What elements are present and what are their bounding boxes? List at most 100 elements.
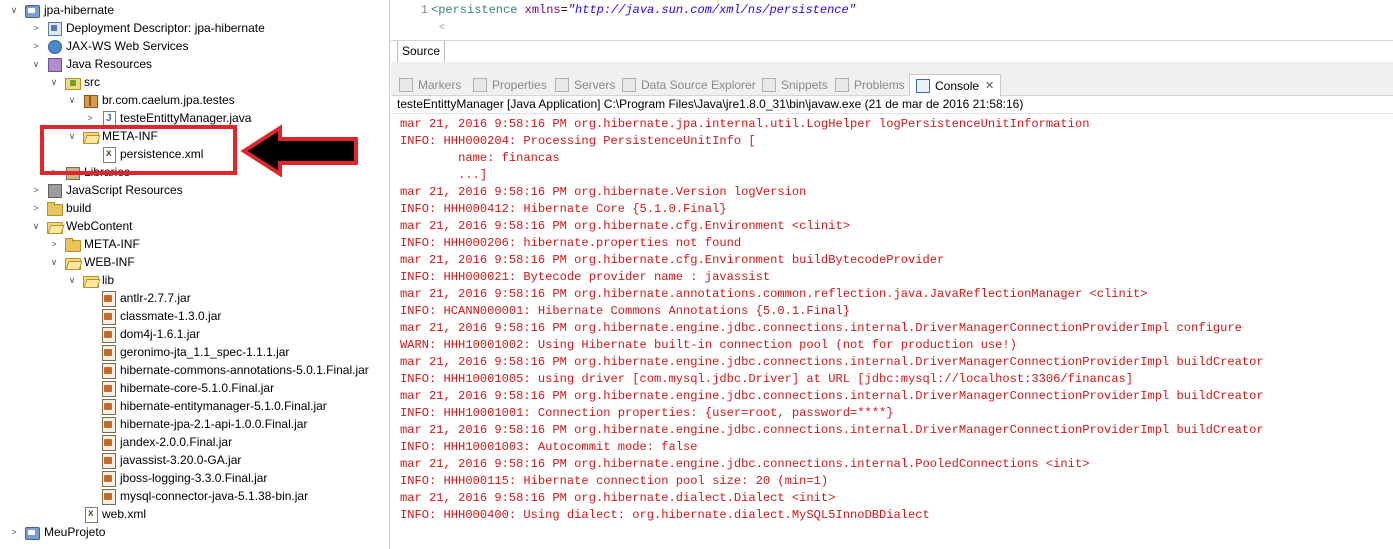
tree-item[interactable]: > Deployment Descriptor: jpa-hibernate (30, 19, 265, 37)
console-line: INFO: HHH10001003: Autocommit mode: fals… (400, 440, 698, 454)
jar-icon (100, 470, 116, 487)
console-line: INFO: HHH000412: Hibernate Core {5.1.0.F… (400, 202, 727, 216)
tree-item[interactable]: > JAX-WS Web Services (30, 37, 188, 55)
tree-item[interactable]: hibernate-commons-annotations-5.0.1.Fina… (84, 361, 369, 379)
tree-item[interactable]: hibernate-core-5.1.0.Final.jar (84, 379, 274, 397)
tree-item[interactable]: ∨ src (48, 73, 100, 91)
chevron-down-icon[interactable]: ∨ (66, 91, 78, 109)
tree-item[interactable]: ∨ lib (66, 271, 114, 289)
chevron-down-icon[interactable]: ∨ (48, 73, 60, 91)
tree-item-label: hibernate-entitymanager-5.1.0.Final.jar (120, 399, 327, 413)
xml-editor[interactable]: 1 <persistence xmlns="http://java.sun.co… (391, 0, 1393, 42)
tree-item-label: src (84, 75, 100, 89)
console-line: INFO: HCANN000001: Hibernate Commons Ann… (400, 304, 850, 318)
tree-item-label: br.com.caelum.jpa.testes (102, 93, 235, 107)
tree-item[interactable]: hibernate-jpa-2.1-api-1.0.0.Final.jar (84, 415, 307, 433)
console-line: INFO: HHH10001005: using driver [com.mys… (400, 372, 1134, 386)
tab-problems[interactable]: Problems (835, 74, 905, 96)
tree-item-label: JavaScript Resources (66, 183, 183, 197)
tree-item[interactable]: hibernate-entitymanager-5.1.0.Final.jar (84, 397, 327, 415)
chevron-right-icon[interactable]: > (30, 37, 42, 55)
tree-item[interactable]: ∨ br.com.caelum.jpa.testes (66, 91, 235, 109)
tree-item[interactable]: ∨ WebContent (30, 217, 133, 235)
tab-properties[interactable]: Properties (473, 74, 547, 96)
tree-item-label: JAX-WS Web Services (66, 39, 189, 53)
console-line: mar 21, 2016 9:58:16 PM org.hibernate.en… (400, 423, 1264, 437)
tab-snippets[interactable]: Snippets (762, 74, 828, 96)
console-line: mar 21, 2016 9:58:16 PM org.hibernate.cf… (400, 253, 945, 267)
folderopen-icon (82, 272, 99, 288)
console-line: name: financas (400, 151, 560, 165)
tree-item[interactable]: ∨ WEB-INF (48, 253, 135, 271)
tree-item[interactable]: mysql-connector-java-5.1.38-bin.jar (84, 487, 308, 505)
tree-item[interactable]: > MeuProjeto (8, 523, 105, 541)
tab-console[interactable]: Console ✕ (909, 74, 1002, 96)
tree-item-label: hibernate-commons-annotations-5.0.1.Fina… (120, 363, 369, 377)
jar-icon (100, 362, 116, 379)
tree-item-label: antlr-2.7.7.jar (120, 291, 191, 305)
tab-label: Markers (418, 78, 462, 92)
project-icon (24, 2, 40, 18)
console-output[interactable]: mar 21, 2016 9:58:16 PM org.hibernate.jp… (391, 113, 1393, 549)
console-line: mar 21, 2016 9:58:16 PM org.hibernate.Ve… (400, 185, 807, 199)
tree-item-label: hibernate-jpa-2.1-api-1.0.0.Final.jar (120, 417, 308, 431)
tab-label: Console (935, 78, 980, 93)
chevron-right-icon[interactable]: > (30, 199, 42, 217)
tree-item[interactable]: javassist-3.20.0-GA.jar (84, 451, 241, 469)
jar-icon (100, 344, 116, 361)
tree-item[interactable]: web.xml (66, 505, 146, 523)
code-line[interactable]: <persistence xmlns="http://java.sun.com/… (431, 3, 856, 17)
close-icon[interactable]: ✕ (985, 76, 994, 96)
tab-servers[interactable]: Servers (555, 74, 615, 96)
folderopen-icon (46, 218, 63, 234)
folder-icon (64, 236, 81, 252)
console-line: WARN: HHH10001002: Using Hibernate built… (400, 338, 1017, 352)
tab-data-source-explorer[interactable]: Data Source Explorer (622, 74, 756, 96)
ws-icon (46, 38, 62, 54)
tree-item[interactable]: antlr-2.7.7.jar (84, 289, 191, 307)
tree-item[interactable]: > build (30, 199, 91, 217)
jsres-icon (46, 182, 62, 198)
console-line: mar 21, 2016 9:58:16 PM org.hibernate.di… (400, 491, 836, 505)
tree-item[interactable]: ∨ jpa-hibernate (8, 1, 114, 19)
chevron-right-icon[interactable]: > (30, 19, 42, 37)
tree-item[interactable]: dom4j-1.6.1.jar (84, 325, 200, 343)
chevron-down-icon[interactable]: ∨ (8, 1, 20, 19)
tab-markers[interactable]: Markers (399, 74, 461, 96)
tree-item-label: WebContent (66, 219, 133, 233)
scroll-left-icon[interactable]: < (439, 22, 445, 33)
chevron-right-icon[interactable]: > (48, 235, 60, 253)
jar-icon (100, 434, 116, 451)
tree-item[interactable]: jandex-2.0.0.Final.jar (84, 433, 232, 451)
tab-label: Problems (854, 78, 905, 92)
tree-item[interactable]: geronimo-jta_1.1_spec-1.1.1.jar (84, 343, 289, 361)
console-line: INFO: HHH000400: Using dialect: org.hibe… (400, 508, 930, 522)
tree-item[interactable]: > JavaScript Resources (30, 181, 183, 199)
chevron-down-icon[interactable]: ∨ (66, 271, 78, 289)
project-explorer: ∨ jpa-hibernate > Deployment Descriptor: jp… (0, 0, 390, 549)
folderopen-icon (64, 254, 81, 270)
snippets-icon (762, 78, 776, 92)
tree-item[interactable]: jboss-logging-3.3.0.Final.jar (84, 469, 267, 487)
chevron-down-icon[interactable]: ∨ (30, 55, 42, 73)
tree-item-label: Java Resources (66, 57, 153, 71)
chevron-down-icon[interactable]: ∨ (30, 217, 42, 235)
tree-item[interactable]: classmate-1.3.0.jar (84, 307, 221, 325)
console-line: mar 21, 2016 9:58:16 PM org.hibernate.en… (400, 389, 1264, 403)
chevron-right-icon[interactable]: > (30, 181, 42, 199)
tree-item[interactable]: ∨ Java Resources (30, 55, 152, 73)
chevron-right-icon[interactable]: > (8, 523, 20, 541)
tree-item-label: jandex-2.0.0.Final.jar (120, 435, 233, 449)
tab-source[interactable]: Source (397, 41, 446, 63)
chevron-down-icon[interactable]: ∨ (48, 253, 60, 271)
code-tag: <persistence (431, 3, 525, 17)
tree-item-label: classmate-1.3.0.jar (120, 309, 222, 323)
tree-item-label: geronimo-jta_1.1_spec-1.1.1.jar (120, 345, 290, 359)
tree-item[interactable]: > META-INF (48, 235, 140, 253)
